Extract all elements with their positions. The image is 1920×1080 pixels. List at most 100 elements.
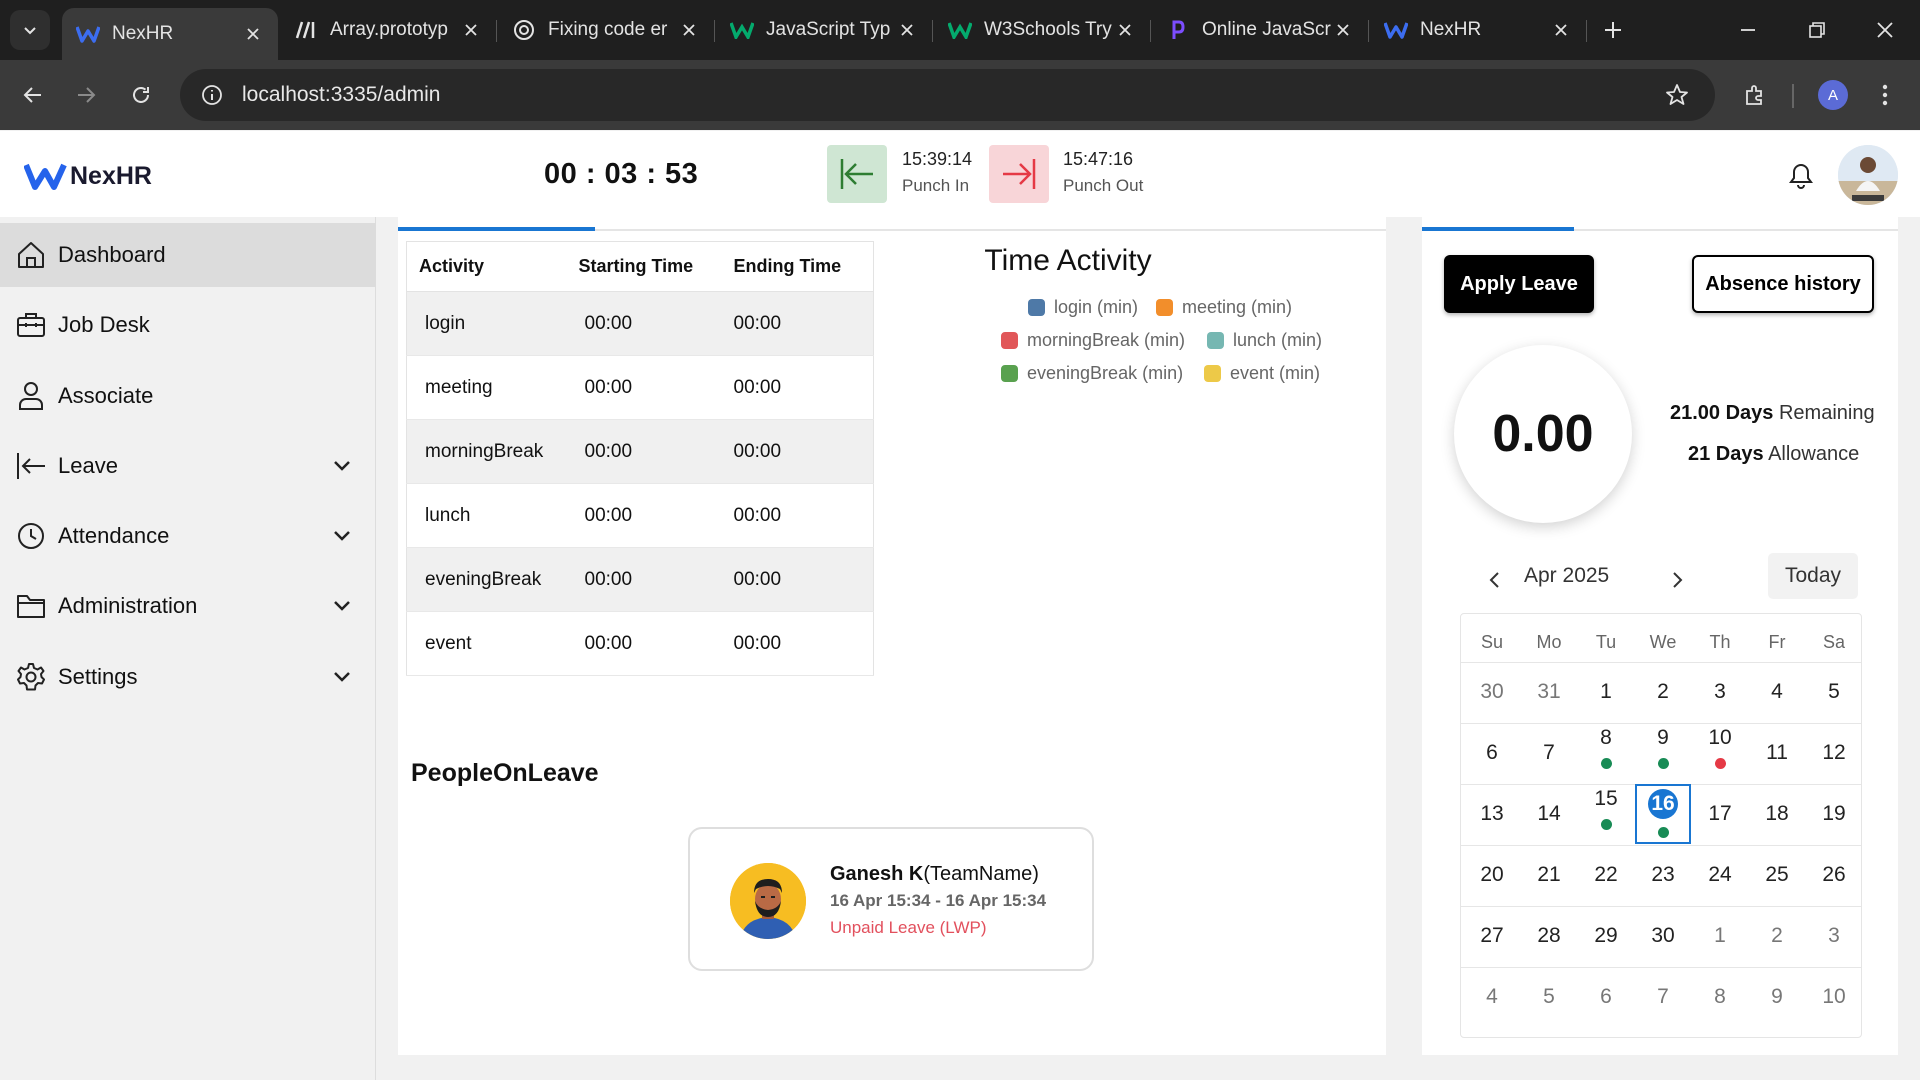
legend-item-morning-break[interactable]: morningBreak (min): [1001, 330, 1185, 351]
close-window-button[interactable]: [1865, 10, 1905, 50]
legend-item-login[interactable]: login (min): [1028, 297, 1138, 318]
people-on-leave-card[interactable]: Ganesh K(TeamName) 16 Apr 15:34 - 16 Apr…: [688, 827, 1094, 971]
calendar-day[interactable]: 17: [1692, 784, 1748, 844]
calendar-day[interactable]: 23: [1635, 845, 1691, 905]
calendar-day[interactable]: 11: [1749, 723, 1805, 783]
calendar-day[interactable]: 3: [1692, 662, 1748, 722]
calendar-day[interactable]: 19: [1806, 784, 1862, 844]
calendar-day[interactable]: 2: [1635, 662, 1691, 722]
calendar-day[interactable]: 14: [1521, 784, 1577, 844]
legend-item-evening-break[interactable]: eveningBreak (min): [1001, 363, 1183, 384]
close-icon[interactable]: [1332, 19, 1354, 41]
back-button[interactable]: [13, 75, 53, 115]
calendar-day[interactable]: 2: [1749, 906, 1805, 966]
calendar-day[interactable]: 5: [1806, 662, 1862, 722]
calendar-day[interactable]: 10: [1692, 723, 1748, 783]
forward-button[interactable]: [66, 75, 106, 115]
address-bar[interactable]: localhost:3335/admin: [180, 69, 1715, 121]
calendar-day[interactable]: 21: [1521, 845, 1577, 905]
browser-menu-icon[interactable]: [1870, 75, 1900, 115]
sidebar-item-administration[interactable]: Administration: [0, 574, 376, 638]
calendar-day[interactable]: 22: [1578, 845, 1634, 905]
calendar-day[interactable]: 9: [1635, 723, 1691, 783]
notification-bell-icon[interactable]: [1786, 161, 1816, 191]
calendar-day[interactable]: 18: [1749, 784, 1805, 844]
browser-tab-6[interactable]: NexHR: [1370, 8, 1586, 52]
punch-in-button[interactable]: [827, 145, 887, 203]
calendar-day[interactable]: 20: [1464, 845, 1520, 905]
calendar-month-label[interactable]: Apr 2025: [1524, 564, 1609, 588]
legend-item-lunch[interactable]: lunch (min): [1207, 330, 1322, 351]
calendar-day[interactable]: 4: [1749, 662, 1805, 722]
extensions-icon[interactable]: [1735, 75, 1775, 115]
calendar-day[interactable]: 8: [1578, 723, 1634, 783]
reload-button[interactable]: [121, 75, 161, 115]
calendar-day[interactable]: 7: [1635, 967, 1691, 1027]
active-tab-indicator[interactable]: [1422, 227, 1574, 231]
apply-leave-button[interactable]: Apply Leave: [1444, 255, 1594, 313]
legend-item-meeting[interactable]: meeting (min): [1156, 297, 1292, 318]
site-info-icon[interactable]: [196, 79, 228, 111]
sidebar-item-associate[interactable]: Associate: [0, 364, 376, 428]
absence-history-button[interactable]: Absence history: [1692, 255, 1874, 313]
legend-item-event[interactable]: event (min): [1204, 363, 1320, 384]
close-icon[interactable]: [1114, 19, 1136, 41]
sidebar-item-job-desk[interactable]: Job Desk: [0, 293, 376, 357]
sidebar-item-settings[interactable]: Settings: [0, 645, 376, 709]
restore-button[interactable]: [1797, 10, 1837, 50]
tab-search-button[interactable]: [10, 10, 50, 50]
calendar-day[interactable]: 12: [1806, 723, 1862, 783]
punch-out-button[interactable]: [989, 145, 1049, 203]
calendar-day[interactable]: 30: [1464, 662, 1520, 722]
brand-logo[interactable]: NexHR: [24, 161, 152, 191]
calendar-day[interactable]: 5: [1521, 967, 1577, 1027]
calendar-day[interactable]: 7: [1521, 723, 1577, 783]
calendar-day[interactable]: 8: [1692, 967, 1748, 1027]
next-month-button[interactable]: [1662, 564, 1694, 596]
sidebar-item-dashboard[interactable]: Dashboard: [0, 223, 376, 287]
calendar-day[interactable]: 28: [1521, 906, 1577, 966]
close-icon[interactable]: [242, 23, 264, 45]
chevron-down-icon[interactable]: [330, 594, 354, 618]
close-icon[interactable]: [460, 19, 482, 41]
close-icon[interactable]: [678, 19, 700, 41]
calendar-day[interactable]: 26: [1806, 845, 1862, 905]
browser-profile-avatar[interactable]: A: [1818, 80, 1848, 110]
active-tab-indicator[interactable]: [398, 227, 595, 231]
calendar-day[interactable]: 30: [1635, 906, 1691, 966]
calendar-day[interactable]: 4: [1464, 967, 1520, 1027]
calendar-day[interactable]: 3: [1806, 906, 1862, 966]
close-icon[interactable]: [1550, 19, 1572, 41]
browser-tab-3[interactable]: JavaScript Typ: [716, 8, 932, 52]
browser-tab-0[interactable]: NexHR: [62, 8, 278, 60]
today-button[interactable]: Today: [1768, 553, 1858, 599]
calendar-day[interactable]: 9: [1749, 967, 1805, 1027]
prev-month-button[interactable]: [1478, 564, 1510, 596]
close-icon[interactable]: [896, 19, 918, 41]
calendar-day[interactable]: 31: [1521, 662, 1577, 722]
calendar-day[interactable]: 10: [1806, 967, 1862, 1027]
sidebar-item-attendance[interactable]: Attendance: [0, 504, 376, 568]
browser-tab-5[interactable]: Online JavaScr: [1152, 8, 1368, 52]
calendar-day[interactable]: 15: [1578, 784, 1634, 844]
minimize-button[interactable]: [1728, 10, 1768, 50]
browser-tab-1[interactable]: Array.prototyp: [280, 8, 496, 52]
bookmark-star-icon[interactable]: [1661, 79, 1693, 111]
calendar-day[interactable]: 1: [1578, 662, 1634, 722]
calendar-day[interactable]: 27: [1464, 906, 1520, 966]
calendar-day[interactable]: 6: [1578, 967, 1634, 1027]
browser-tab-4[interactable]: W3Schools Try: [934, 8, 1150, 52]
calendar-day[interactable]: 13: [1464, 784, 1520, 844]
chevron-down-icon[interactable]: [330, 524, 354, 548]
chevron-down-icon[interactable]: [330, 454, 354, 478]
calendar-day[interactable]: 6: [1464, 723, 1520, 783]
chevron-down-icon[interactable]: [330, 665, 354, 689]
calendar-day[interactable]: 25: [1749, 845, 1805, 905]
browser-tab-2[interactable]: Fixing code er: [498, 8, 714, 52]
calendar-day-today[interactable]: 16: [1635, 784, 1691, 844]
calendar-day[interactable]: 1: [1692, 906, 1748, 966]
sidebar-item-leave[interactable]: Leave: [0, 434, 376, 498]
calendar-day[interactable]: 29: [1578, 906, 1634, 966]
calendar-day[interactable]: 24: [1692, 845, 1748, 905]
new-tab-button[interactable]: [1595, 12, 1631, 48]
